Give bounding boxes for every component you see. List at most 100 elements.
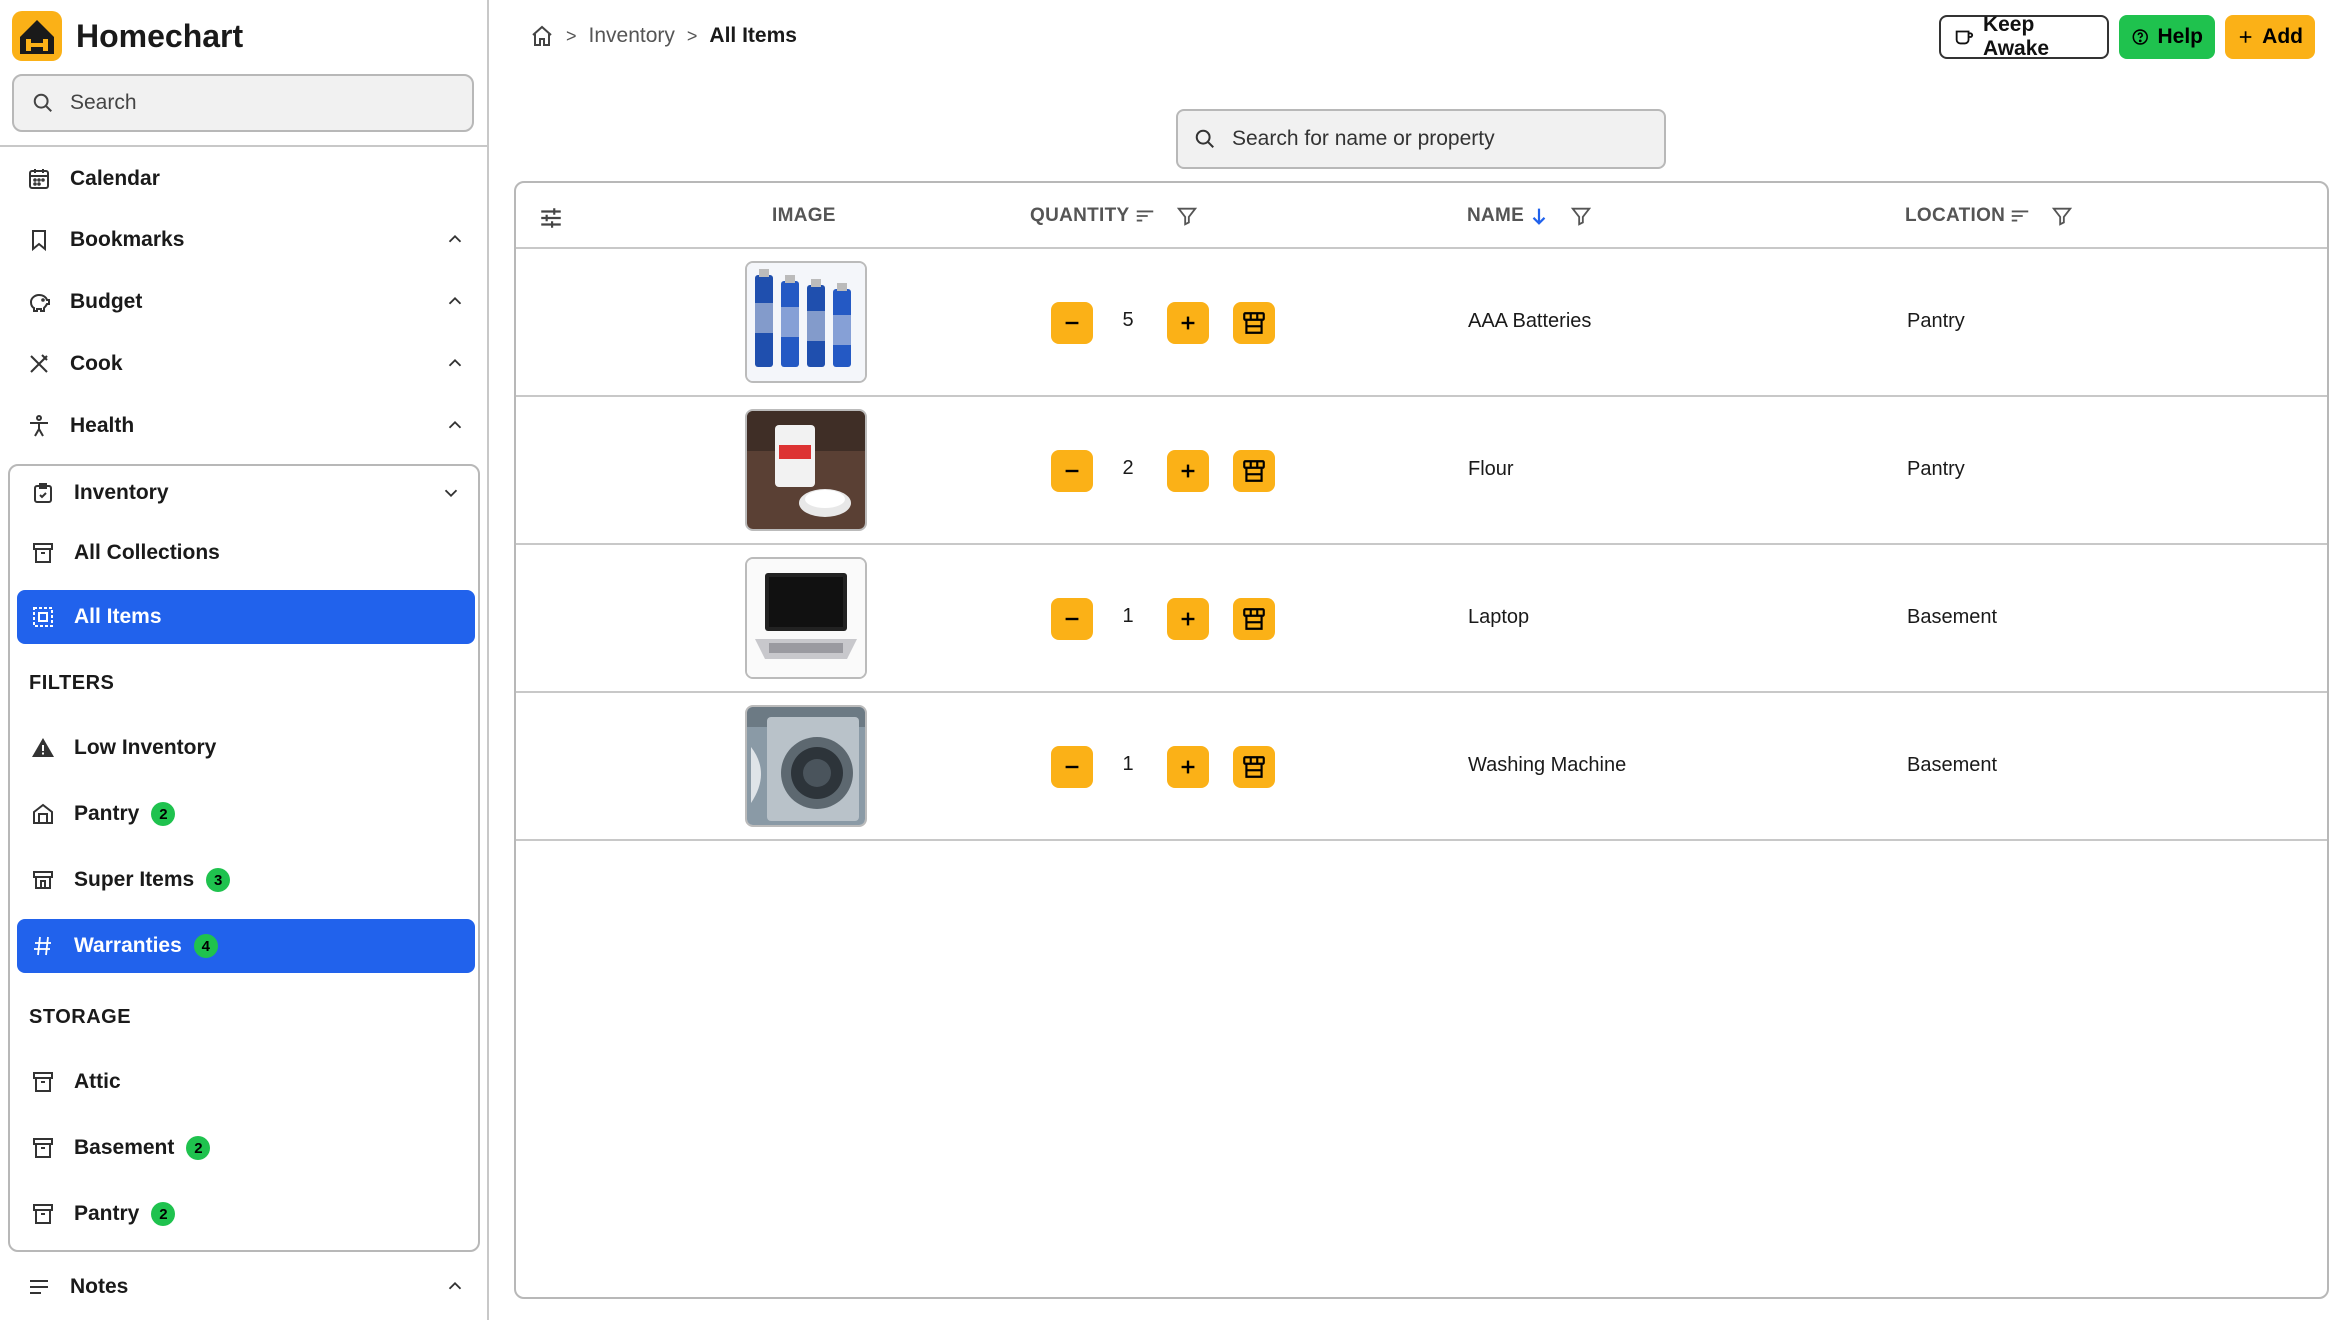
plus-icon	[1181, 464, 1195, 478]
add-label: Add	[2262, 25, 2303, 48]
chevron-right-icon: >	[566, 25, 577, 46]
shopping-list-button[interactable]	[1233, 450, 1275, 492]
utensils-icon	[26, 351, 52, 377]
chevron-up-icon[interactable]	[444, 414, 466, 436]
chevron-up-icon[interactable]	[444, 1275, 466, 1297]
filter-icon[interactable]	[1570, 205, 1592, 227]
archive-icon	[30, 1135, 56, 1161]
breadcrumb: > Inventory > All Items	[530, 20, 797, 52]
item-image-flour[interactable]	[745, 409, 867, 531]
plus-icon	[1181, 612, 1195, 626]
filter-icon[interactable]	[2051, 205, 2073, 227]
filter-icon[interactable]	[1176, 205, 1198, 227]
help-button[interactable]: Help	[2119, 15, 2215, 59]
item-image-batteries[interactable]	[745, 261, 867, 383]
sidebar-filter-low-inventory[interactable]: Low Inventory	[30, 728, 470, 768]
column-settings-icon[interactable]	[538, 205, 564, 231]
sidebar-storage-pantry[interactable]: Pantry 2	[30, 1194, 470, 1234]
storefront-icon	[1243, 608, 1265, 630]
storefront-icon	[1243, 756, 1265, 778]
breadcrumb-inventory-link[interactable]: Inventory	[589, 24, 675, 48]
person-icon	[26, 413, 52, 439]
table-search-input[interactable]: Search for name or property	[1176, 109, 1666, 169]
sidebar-item-label: Cook	[70, 352, 123, 375]
help-label: Help	[2157, 25, 2203, 48]
shopping-list-button[interactable]	[1233, 746, 1275, 788]
sidebar-item-all-items[interactable]: All Items	[17, 590, 475, 644]
batteries-image	[747, 263, 865, 381]
chevron-up-icon[interactable]	[444, 352, 466, 374]
item-image-laptop[interactable]	[745, 557, 867, 679]
sidebar-item-label: Health	[70, 414, 135, 437]
column-header-label: QUANTITY	[1030, 205, 1130, 226]
search-icon	[1195, 129, 1214, 148]
increase-quantity-button[interactable]	[1167, 746, 1209, 788]
sidebar-item-label: Pantry	[74, 802, 140, 825]
keep-awake-button[interactable]: Keep Awake	[1939, 13, 2109, 60]
column-header-quantity[interactable]: QUANTITY	[1030, 205, 1198, 227]
sort-icon[interactable]	[1134, 205, 1156, 227]
table-row[interactable]: 2 Flour Pantry	[516, 397, 2327, 545]
chevron-down-icon[interactable]	[440, 482, 462, 504]
notes-icon	[26, 1274, 52, 1300]
table-search-placeholder: Search for name or property	[1232, 127, 1495, 150]
decrease-quantity-button[interactable]	[1051, 746, 1093, 788]
chevron-up-icon[interactable]	[444, 290, 466, 312]
sidebar-filter-pantry[interactable]: Pantry 2	[30, 794, 470, 834]
calendar-icon	[26, 166, 52, 192]
count-badge: 2	[186, 1136, 211, 1160]
storefront-icon	[1243, 460, 1265, 482]
minus-icon	[1065, 321, 1079, 325]
minus-icon	[1065, 469, 1079, 473]
home-icon[interactable]	[530, 24, 554, 48]
column-header-image: IMAGE	[772, 205, 836, 226]
piggy-bank-icon	[26, 289, 52, 315]
sort-icon[interactable]	[2009, 205, 2031, 227]
arrow-down-icon[interactable]	[1528, 205, 1550, 227]
archive-icon	[30, 1201, 56, 1227]
sidebar-item-bookmarks[interactable]: Bookmarks	[26, 220, 466, 260]
table-row[interactable]: 1 Washing Machine Basement	[516, 693, 2327, 841]
decrease-quantity-button[interactable]	[1051, 450, 1093, 492]
increase-quantity-button[interactable]	[1167, 302, 1209, 344]
chevron-right-icon: >	[686, 25, 698, 46]
item-location: Pantry	[1907, 458, 1965, 480]
app-name: Homechart	[76, 17, 244, 54]
column-header-location[interactable]: LOCATION	[1905, 205, 2073, 227]
plus-icon	[2239, 31, 2252, 43]
brand[interactable]: Homechart	[12, 10, 243, 62]
column-header-name[interactable]: NAME	[1467, 205, 1592, 227]
sidebar-item-inventory[interactable]: Inventory	[30, 473, 470, 513]
decrease-quantity-button[interactable]	[1051, 302, 1093, 344]
sidebar-item-budget[interactable]: Budget	[26, 282, 466, 322]
add-button[interactable]: Add	[2225, 15, 2315, 59]
sidebar-filter-super-items[interactable]: Super Items 3	[30, 860, 470, 900]
homechart-logo-icon	[12, 11, 62, 61]
sidebar-storage-basement[interactable]: Basement 2	[30, 1128, 470, 1168]
table-row[interactable]: 5 AAA Batteries Pantry	[516, 249, 2327, 397]
sidebar-item-calendar[interactable]: Calendar	[26, 159, 466, 199]
plus-icon	[1181, 316, 1195, 330]
archive-icon	[30, 1069, 56, 1095]
chevron-up-icon[interactable]	[444, 228, 466, 250]
increase-quantity-button[interactable]	[1167, 598, 1209, 640]
decrease-quantity-button[interactable]	[1051, 598, 1093, 640]
sidebar-item-notes[interactable]: Notes	[26, 1267, 466, 1307]
item-image-washing-machine[interactable]	[745, 705, 867, 827]
table-row[interactable]: 1 Laptop Basement	[516, 545, 2327, 693]
shopping-list-button[interactable]	[1233, 302, 1275, 344]
sidebar-search-input[interactable]: Search	[12, 74, 474, 132]
sidebar-item-label: Super Items	[74, 868, 195, 891]
column-header-label: NAME	[1467, 205, 1525, 226]
increase-quantity-button[interactable]	[1167, 450, 1209, 492]
item-name: Flour	[1468, 458, 1514, 480]
flour-image	[747, 411, 865, 529]
sidebar-item-cook[interactable]: Cook	[26, 344, 466, 384]
sidebar-item-health[interactable]: Health	[26, 406, 466, 446]
sidebar-item-all-collections[interactable]: All Collections	[30, 533, 470, 573]
sidebar-filter-warranties[interactable]: Warranties 4	[17, 919, 475, 973]
shopping-list-button[interactable]	[1233, 598, 1275, 640]
sidebar-storage-attic[interactable]: Attic	[30, 1062, 470, 1102]
inventory-icon	[30, 480, 56, 506]
quantity-value: 2	[1122, 457, 1134, 479]
